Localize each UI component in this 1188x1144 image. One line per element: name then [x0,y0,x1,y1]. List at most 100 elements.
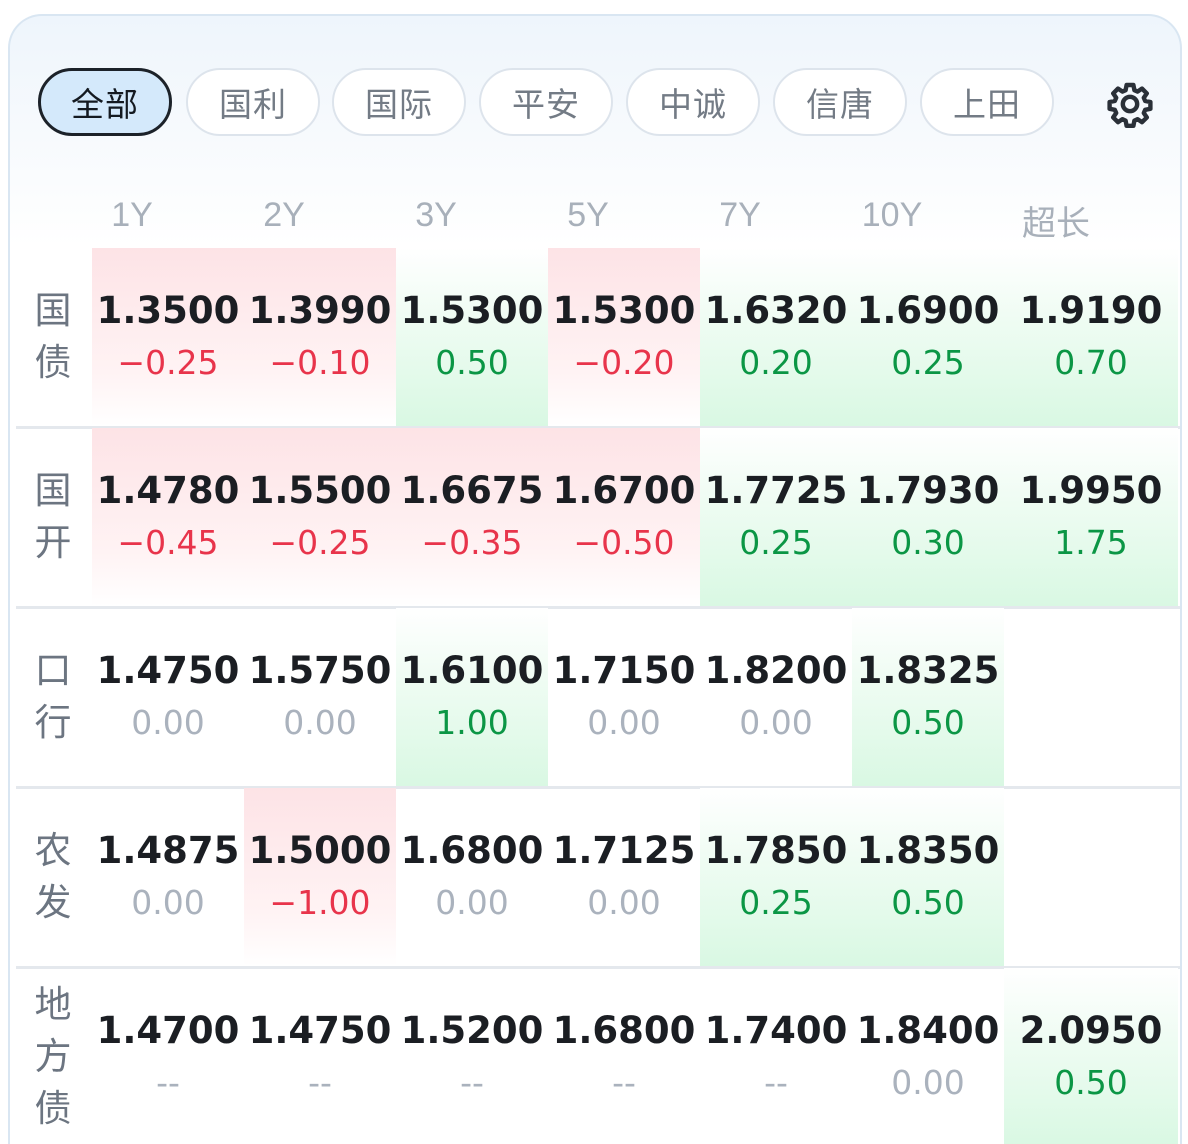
yield-value: 1.8350 [856,829,1000,872]
col-5y[interactable]: 5Y [512,196,664,235]
yield-change: −0.35 [421,523,523,562]
tab-guoli[interactable]: 国利 [186,68,320,136]
yield-change: −1.00 [269,883,371,922]
panel: 全部 国利 国际 平安 中诚 信唐 上田 1Y 2Y 3Y 5Y 7Y 10Y … [8,14,1182,1144]
yield-cell[interactable]: 1.8400 0.00 [852,968,1004,1144]
yield-value: 1.4750 [248,1009,392,1052]
yield-cell[interactable]: 1.6700 −0.50 [548,428,700,606]
yield-cell[interactable]: 1.8200 0.00 [700,608,852,786]
yield-change: 0.20 [739,343,813,382]
col-3y[interactable]: 3Y [360,196,512,235]
yield-cell[interactable]: 1.6900 0.25 [852,248,1004,426]
yield-change: 0.00 [587,883,661,922]
col-ultra-long[interactable]: 超长 [980,196,1132,245]
yield-value: 1.6800 [552,1009,696,1052]
tab-zhongcheng[interactable]: 中诚 [626,68,760,136]
yield-value: 1.3500 [96,289,240,332]
yield-cell[interactable]: 1.7930 0.30 [852,428,1004,606]
yield-cell[interactable]: 1.3990 −0.10 [244,248,396,426]
col-2y[interactable]: 2Y [208,196,360,235]
yield-change: 0.50 [1054,1063,1128,1102]
yield-value: 1.9190 [1019,289,1163,332]
yield-value: 1.4750 [96,649,240,692]
row-label-guozhai: 国债 [34,289,72,384]
tab-pingan[interactable]: 平安 [479,68,613,136]
yield-change: 0.50 [891,883,965,922]
yield-change: 0.00 [131,883,205,922]
yield-change: 0.25 [891,343,965,382]
yield-cell[interactable]: 1.5300 0.50 [396,248,548,426]
tab-xintang[interactable]: 信唐 [773,68,907,136]
yield-cell[interactable]: 1.6320 0.20 [700,248,852,426]
yield-cell[interactable]: 1.5750 0.00 [244,608,396,786]
yield-change: -- [308,1063,332,1102]
yield-change: −0.50 [573,523,675,562]
yield-change: 0.70 [1054,343,1128,382]
yield-change: −0.45 [117,523,219,562]
yield-change: 0.25 [739,523,813,562]
yield-value: 1.6700 [552,469,696,512]
yield-change: 0.50 [891,703,965,742]
yield-cell[interactable]: 1.7150 0.00 [548,608,700,786]
yield-value: 1.7125 [552,829,696,872]
yield-cell[interactable]: 1.8325 0.50 [852,608,1004,786]
yield-value: 1.8325 [856,649,1000,692]
yield-value: 1.7150 [552,649,696,692]
yield-change: 0.00 [587,703,661,742]
yield-cell[interactable]: 1.4780 −0.45 [92,428,244,606]
yield-value: 1.9950 [1019,469,1163,512]
yield-change: −0.25 [117,343,219,382]
row-label-kouhang: 口行 [34,649,72,744]
yield-cell[interactable]: 1.5300 −0.20 [548,248,700,426]
gear-icon[interactable] [1106,80,1154,128]
yield-cell[interactable]: 1.4875 0.00 [92,788,244,966]
tab-all[interactable]: 全部 [38,68,172,136]
yield-cell[interactable]: 1.7400 -- [700,968,852,1144]
yield-change: 0.00 [739,703,813,742]
yield-value: 1.5300 [552,289,696,332]
yield-cell[interactable]: 1.6100 1.00 [396,608,548,786]
yield-cell[interactable]: 1.4750 0.00 [92,608,244,786]
yield-value: 1.6675 [400,469,544,512]
yield-cell[interactable]: 1.4750 -- [244,968,396,1144]
yield-value: 1.7400 [704,1009,848,1052]
yield-cell[interactable]: 1.9950 1.75 [1004,428,1178,606]
yield-change: 0.25 [739,883,813,922]
yield-change: −0.20 [573,343,675,382]
yield-change: -- [156,1063,180,1102]
yield-cell[interactable]: 1.8350 0.50 [852,788,1004,966]
yield-change: 0.50 [435,343,509,382]
yield-cell[interactable]: 2.0950 0.50 [1004,968,1178,1144]
tab-guoji[interactable]: 国际 [332,68,466,136]
yield-value: 1.5200 [400,1009,544,1052]
yield-cell[interactable]: 1.7850 0.25 [700,788,852,966]
yield-value: 1.6900 [856,289,1000,332]
yield-change: −0.25 [269,523,371,562]
yield-cell[interactable]: 1.5200 -- [396,968,548,1144]
tab-shangtian[interactable]: 上田 [920,68,1054,136]
yield-cell[interactable]: 1.6675 −0.35 [396,428,548,606]
yield-cell[interactable]: 1.7725 0.25 [700,428,852,606]
row-label-difangzhai: 地方债 [34,983,72,1130]
yield-change: 1.75 [1054,523,1128,562]
yield-cell[interactable]: 1.3500 −0.25 [92,248,244,426]
yield-cell[interactable]: 1.7125 0.00 [548,788,700,966]
yield-change: -- [612,1063,636,1102]
yield-change: 0.00 [891,1063,965,1102]
yield-cell[interactable]: 1.9190 0.70 [1004,248,1178,426]
yield-cell[interactable]: 1.5000 −1.00 [244,788,396,966]
yield-value: 1.4700 [96,1009,240,1052]
yield-change: 0.00 [435,883,509,922]
yield-value: 1.8400 [856,1009,1000,1052]
yield-cell[interactable]: 1.5500 −0.25 [244,428,396,606]
yield-value: 1.8200 [704,649,848,692]
col-7y[interactable]: 7Y [664,196,816,235]
yield-cell[interactable]: 1.6800 0.00 [396,788,548,966]
yield-value: 1.6320 [704,289,848,332]
yield-cell[interactable]: 1.4700 -- [92,968,244,1144]
yield-change: 1.00 [435,703,509,742]
col-1y[interactable]: 1Y [56,196,208,235]
col-10y[interactable]: 10Y [816,196,968,235]
yield-value: 2.0950 [1019,1009,1163,1052]
yield-cell[interactable]: 1.6800 -- [548,968,700,1144]
